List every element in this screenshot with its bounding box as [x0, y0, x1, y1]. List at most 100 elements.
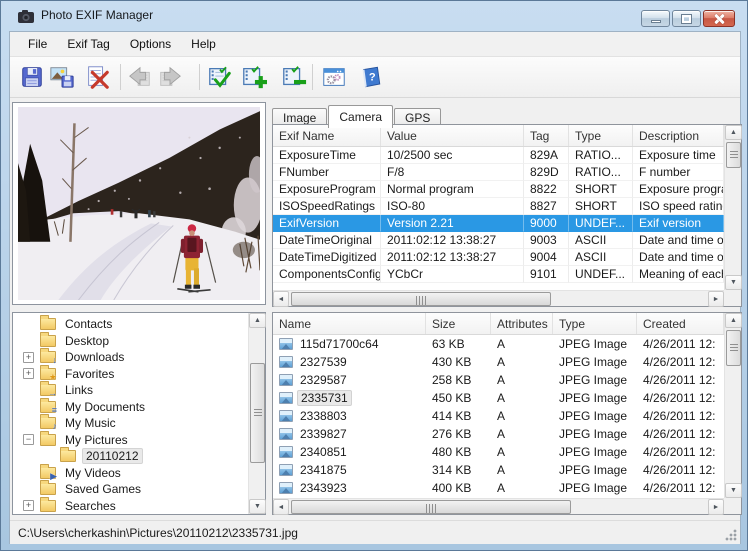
- tree-item-label: My Pictures: [62, 433, 131, 447]
- file-row-2340851[interactable]: 2340851 480 KB A JPEG Image 4/26/2011 12…: [273, 443, 724, 461]
- exif-row-exposuretime[interactable]: ExposureTime 10/2500 sec 829A RATIO... E…: [273, 147, 724, 164]
- file-horizontal-scrollbar[interactable]: ◄ ►: [273, 498, 724, 514]
- remove-tag-button[interactable]: [279, 62, 309, 92]
- expand-plus-icon[interactable]: +: [23, 500, 34, 511]
- file-vscroll-thumb[interactable]: [726, 330, 741, 366]
- tree-vscroll-thumb[interactable]: [250, 363, 265, 463]
- title-bar[interactable]: Photo EXIF Manager: [1, 1, 748, 31]
- expand-plus-icon[interactable]: +: [23, 368, 34, 379]
- scroll-right-arrow[interactable]: ►: [708, 291, 724, 307]
- exif-description-cell: F number: [633, 164, 724, 181]
- file-vertical-scrollbar[interactable]: ▲ ▼: [724, 313, 741, 498]
- exif-hscroll-thumb[interactable]: [291, 292, 551, 306]
- exif-table-header: Exif NameValueTagTypeDescription: [273, 125, 724, 147]
- exif-column-exif-name[interactable]: Exif Name: [273, 125, 381, 146]
- exif-row-fnumber[interactable]: FNumber F/8 829D RATIO... F number: [273, 164, 724, 181]
- close-icon: [713, 13, 725, 25]
- options-button[interactable]: [319, 62, 349, 92]
- file-column-name[interactable]: Name: [273, 313, 426, 334]
- tree-item-my-videos[interactable]: ▶ My Videos: [13, 465, 248, 482]
- expand-spacer: [43, 451, 54, 462]
- tree-item-my-pictures[interactable]: − My Pictures: [13, 432, 248, 449]
- tree-item-searches[interactable]: + Searches: [13, 498, 248, 515]
- file-column-type[interactable]: Type: [553, 313, 637, 334]
- save-image-button[interactable]: [47, 62, 77, 92]
- scroll-up-arrow[interactable]: ▲: [725, 125, 742, 140]
- delete-exif-button[interactable]: [82, 62, 112, 92]
- file-size-cell: 480 KB: [426, 445, 491, 459]
- exif-row-datetimeoriginal[interactable]: DateTimeOriginal 2011:02:12 13:38:27 900…: [273, 232, 724, 249]
- file-row-2327539[interactable]: 2327539 430 KB A JPEG Image 4/26/2011 12…: [273, 353, 724, 371]
- add-tag-button[interactable]: [239, 62, 269, 92]
- file-row-2335731[interactable]: 2335731 450 KB A JPEG Image 4/26/2011 12…: [273, 389, 724, 407]
- help-button[interactable]: ?: [355, 62, 385, 92]
- collapse-minus-icon[interactable]: −: [23, 434, 34, 445]
- file-row-2341875[interactable]: 2341875 314 KB A JPEG Image 4/26/2011 12…: [273, 461, 724, 479]
- file-row-2338803[interactable]: 2338803 414 KB A JPEG Image 4/26/2011 12…: [273, 407, 724, 425]
- file-created-cell: 4/26/2011 12:: [637, 373, 724, 387]
- exif-column-type[interactable]: Type: [569, 125, 633, 146]
- tree-item-label: Links: [62, 383, 96, 397]
- file-column-attributes[interactable]: Attributes: [491, 313, 553, 334]
- exif-vscroll-thumb[interactable]: [726, 142, 741, 168]
- check-tags-button[interactable]: [205, 62, 235, 92]
- resize-grip-icon[interactable]: [725, 529, 737, 541]
- file-type-cell: JPEG Image: [553, 355, 637, 369]
- exif-column-value[interactable]: Value: [381, 125, 524, 146]
- file-name-cell: 2329587: [273, 373, 426, 387]
- tree-item-saved-games[interactable]: Saved Games: [13, 481, 248, 498]
- file-row-2339827[interactable]: 2339827 276 KB A JPEG Image 4/26/2011 12…: [273, 425, 724, 443]
- exif-column-description[interactable]: Description: [633, 125, 724, 146]
- tab-camera[interactable]: Camera: [328, 105, 393, 128]
- photo-preview-panel: [12, 102, 266, 305]
- exif-row-componentsconfig[interactable]: ComponentsConfig... YCbCr 9101 UNDEF... …: [273, 266, 724, 283]
- tree-item-favorites[interactable]: + ★ Favorites: [13, 366, 248, 383]
- tree-item-label: Desktop: [62, 334, 112, 348]
- tree-item-contacts[interactable]: Contacts: [13, 316, 248, 333]
- minimize-button[interactable]: [641, 10, 670, 27]
- scroll-up-arrow[interactable]: ▲: [249, 313, 266, 328]
- tree-item-20110212[interactable]: 20110212: [13, 448, 248, 465]
- tree-item-links[interactable]: → Links: [13, 382, 248, 399]
- scroll-up-arrow[interactable]: ▲: [725, 313, 742, 328]
- menu-item-exif-tag[interactable]: Exif Tag: [57, 33, 119, 55]
- file-column-size[interactable]: Size: [426, 313, 491, 334]
- tree-vertical-scrollbar[interactable]: ▲ ▼: [248, 313, 265, 514]
- scroll-down-arrow[interactable]: ▼: [725, 483, 742, 498]
- tree-item-my-music[interactable]: ♪ My Music: [13, 415, 248, 432]
- exif-tag-cell: 8822: [524, 181, 569, 198]
- maximize-button[interactable]: [672, 10, 701, 27]
- file-row-2343923[interactable]: 2343923 400 KB A JPEG Image 4/26/2011 12…: [273, 479, 724, 497]
- next-file-button[interactable]: [155, 62, 185, 92]
- tree-item-downloads[interactable]: + ↓ Downloads: [13, 349, 248, 366]
- exif-row-datetimedigitized[interactable]: DateTimeDigitized 2011:02:12 13:38:27 90…: [273, 249, 724, 266]
- scroll-left-arrow[interactable]: ◄: [273, 499, 289, 515]
- scroll-down-arrow[interactable]: ▼: [249, 499, 266, 514]
- tree-item-desktop[interactable]: Desktop: [13, 333, 248, 350]
- tree-item-label: 20110212: [82, 448, 143, 464]
- tree-item-my-documents[interactable]: ≡ My Documents: [13, 399, 248, 416]
- scroll-down-arrow[interactable]: ▼: [725, 275, 742, 290]
- file-column-created[interactable]: Created: [637, 313, 724, 334]
- menu-item-options[interactable]: Options: [120, 33, 181, 55]
- file-hscroll-thumb[interactable]: [291, 500, 571, 514]
- exif-row-isospeedratings[interactable]: ISOSpeedRatings ISO-80 8827 SHORT ISO sp…: [273, 198, 724, 215]
- exif-name-cell: ExifVersion: [273, 215, 381, 232]
- photo-preview[interactable]: [18, 107, 260, 300]
- menu-item-file[interactable]: File: [18, 33, 57, 55]
- scroll-left-arrow[interactable]: ◄: [273, 291, 289, 307]
- previous-file-button[interactable]: [125, 62, 155, 92]
- close-button[interactable]: [703, 10, 735, 27]
- menu-item-help[interactable]: Help: [181, 33, 226, 55]
- exif-horizontal-scrollbar[interactable]: ◄ ►: [273, 290, 724, 306]
- exif-row-exifversion[interactable]: ExifVersion Version 2.21 9000 UNDEF... E…: [273, 215, 724, 232]
- save-exif-button[interactable]: [17, 62, 47, 92]
- exif-column-tag[interactable]: Tag: [524, 125, 569, 146]
- exif-row-exposureprogram[interactable]: ExposureProgram Normal program 8822 SHOR…: [273, 181, 724, 198]
- file-row-115d71700c64[interactable]: 115d71700c64 63 KB A JPEG Image 4/26/201…: [273, 335, 724, 353]
- file-row-2329587[interactable]: 2329587 258 KB A JPEG Image 4/26/2011 12…: [273, 371, 724, 389]
- image-file-icon: [279, 392, 293, 404]
- exif-vertical-scrollbar[interactable]: ▲ ▼: [724, 125, 741, 290]
- scroll-right-arrow[interactable]: ►: [708, 499, 724, 515]
- expand-plus-icon[interactable]: +: [23, 352, 34, 363]
